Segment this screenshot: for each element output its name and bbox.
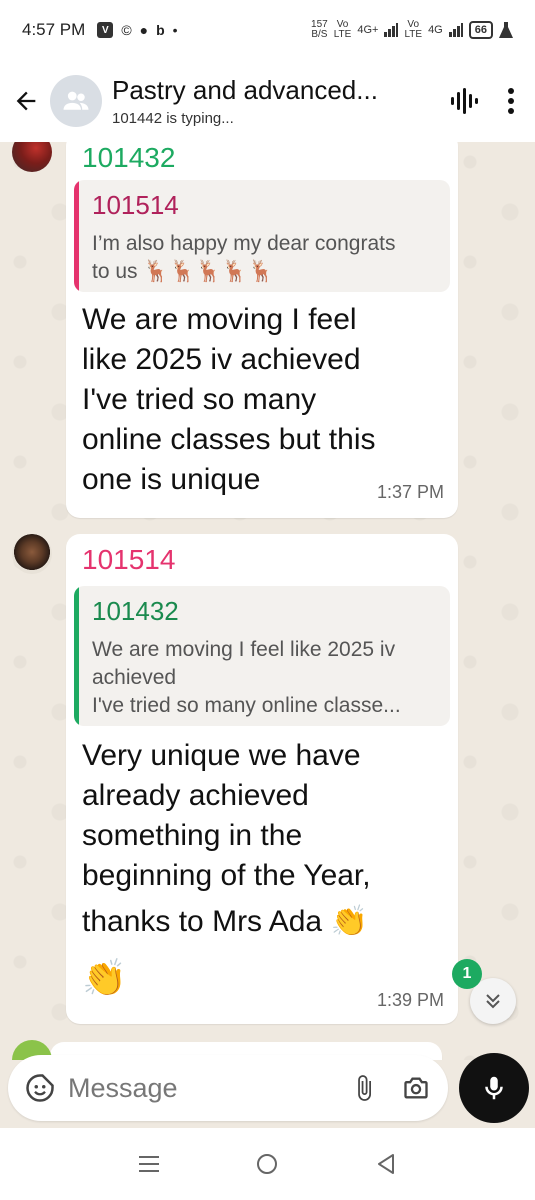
message-line: 👏 <box>82 957 127 998</box>
audio-waveform-icon <box>451 88 478 114</box>
sender-name[interactable]: 101432 <box>82 142 175 174</box>
voice-chat-button[interactable] <box>439 71 487 131</box>
triangle-back-icon <box>377 1154 394 1174</box>
quote-bar <box>74 180 79 292</box>
system-indicators: 157 B/S Vo LTE 4G+ Vo LTE 4G 66 <box>311 20 513 40</box>
vpn-icon: V <box>97 22 114 38</box>
network-speed: 157 B/S <box>311 19 328 40</box>
b-app-icon: b <box>156 22 165 38</box>
circle-home-icon <box>257 1154 278 1174</box>
group-icon <box>63 91 89 110</box>
sticker-icon <box>26 1074 54 1102</box>
quote-line: achieved <box>92 666 177 689</box>
message-bubble[interactable]: 101432 101514 I’m also happy my dear con… <box>66 142 458 518</box>
message-line: something in the <box>82 819 303 852</box>
back-button[interactable] <box>2 71 50 131</box>
message-bubble[interactable]: 101514 101432 We are moving I feel like … <box>66 534 458 1024</box>
more-notifications-icon: • <box>172 22 178 38</box>
message-line: We are moving I feel <box>82 303 357 336</box>
signal-4g: 4G <box>428 24 443 36</box>
flask-icon <box>499 22 513 38</box>
message-line: like 2025 iv achieved <box>82 343 361 376</box>
menu-lines-icon <box>139 1156 160 1172</box>
camera-button[interactable] <box>390 1060 442 1116</box>
quote-line: We are moving I feel like 2025 iv <box>92 638 396 661</box>
paperclip-icon <box>358 1075 371 1101</box>
chat-area[interactable]: 101432 101514 I’m also happy my dear con… <box>0 142 535 1060</box>
message-input[interactable] <box>68 1072 338 1104</box>
microphone-icon <box>485 1076 503 1100</box>
quote-line: I've tried so many online classe... <box>92 694 401 717</box>
system-nav-bar <box>0 1128 535 1200</box>
status-bar: 4:57 PM V © ● b • 157 B/S Vo LTE 4G+ Vo … <box>0 0 535 60</box>
attach-button[interactable] <box>338 1060 390 1116</box>
message-time: 1:37 PM <box>376 482 444 502</box>
typing-status: 101442 is typing... <box>112 110 234 127</box>
group-avatar[interactable] <box>50 75 102 127</box>
chat-info[interactable]: Pastry and advanced... 101442 is typing.… <box>112 75 439 127</box>
sender-name[interactable]: 101514 <box>82 544 175 576</box>
message-line: thanks to Mrs Ada 👏 <box>82 905 368 938</box>
arrow-left-icon <box>16 91 36 111</box>
recent-apps-button[interactable] <box>124 1139 174 1189</box>
voice-message-button[interactable] <box>459 1053 529 1123</box>
more-options-button[interactable] <box>487 71 535 131</box>
quote-line: I’m also happy my dear congrats <box>92 232 396 255</box>
message-line: I've tried so many <box>82 383 317 416</box>
signal-icon <box>384 23 399 37</box>
vertical-dots-icon <box>508 88 514 114</box>
quote-sender: 101432 <box>92 596 179 626</box>
volte-indicator-2: Vo LTE <box>404 19 423 40</box>
quote-bar <box>74 586 79 726</box>
sticker-button[interactable] <box>12 1060 68 1116</box>
whatsapp-icon: © <box>121 22 132 38</box>
message-line: one is unique <box>82 463 261 496</box>
signal-icon-2 <box>448 23 463 37</box>
volte-indicator-1: Vo LTE <box>333 19 352 40</box>
composer <box>8 1055 448 1121</box>
chat-header: Pastry and advanced... 101442 is typing.… <box>0 60 535 142</box>
camera-icon <box>404 1077 428 1099</box>
status-time: 4:57 PM <box>22 20 86 39</box>
notification-icons: V © ● b • <box>97 22 178 38</box>
avatar[interactable] <box>12 534 52 574</box>
battery-indicator: 66 <box>468 21 493 39</box>
unread-badge: 1 <box>452 959 482 989</box>
quote-line: to us 🦌🦌🦌🦌🦌 <box>92 260 275 283</box>
message-time: 1:39 PM <box>376 990 444 1010</box>
home-button[interactable] <box>242 1139 292 1189</box>
chat-title: Pastry and advanced... <box>112 75 378 105</box>
message-line: online classes but this <box>82 423 376 456</box>
double-chevron-down-icon <box>486 994 500 1009</box>
quote-sender: 101514 <box>92 190 179 220</box>
quoted-message[interactable]: 101432 We are moving I feel like 2025 iv… <box>74 586 450 726</box>
message-line: Very unique we have <box>82 739 361 772</box>
message-line: already achieved <box>82 779 309 812</box>
message-line: beginning of the Year, <box>82 859 371 892</box>
chat-icon: ● <box>139 22 149 38</box>
system-back-button[interactable] <box>361 1139 411 1189</box>
signal-4g-plus: 4G+ <box>357 24 379 36</box>
quoted-message[interactable]: 101514 I’m also happy my dear congrats t… <box>74 180 450 292</box>
